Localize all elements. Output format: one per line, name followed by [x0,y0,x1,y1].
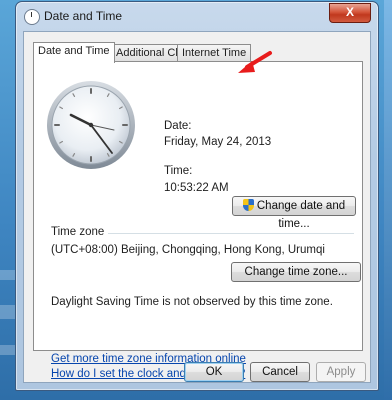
dialog-client-area: Date and Time Additional Clocks Internet… [23,31,371,383]
date-and-time-panel: Date: Friday, May 24, 2013 Time: 10:53:2… [33,61,363,380]
window-title: Date and Time [44,9,123,23]
clock-app-icon [24,9,40,25]
time-zone-divider [108,233,354,234]
date-label: Date: [164,120,192,132]
close-button[interactable]: X [329,3,371,23]
desktop-decoration [384,0,392,400]
dst-note: Daylight Saving Time is not observed by … [51,296,333,308]
date-value: Friday, May 24, 2013 [164,136,272,148]
time-zone-value: (UTC+08:00) Beijing, Chongqing, Hong Kon… [51,244,325,256]
date-time-dialog: Date and Time X Date and Time Additional… [15,1,379,391]
time-label: Time: [164,165,193,177]
apply-button[interactable]: Apply [316,362,366,382]
change-date-time-button[interactable]: Change date and time... [232,196,356,230]
title-bar[interactable]: Date and Time X [16,2,378,30]
analog-clock [47,81,135,169]
time-zone-heading: Time zone [51,226,105,238]
change-time-zone-button[interactable]: Change time zone... [231,262,361,282]
red-arrow-annotation [238,51,272,73]
uac-shield-icon [242,199,254,211]
tab-date-and-time[interactable]: Date and Time [33,42,115,63]
change-date-time-label: Change date and time... [256,200,346,230]
time-value: 10:53:22 AM [164,182,229,194]
ok-button[interactable]: OK [184,362,244,382]
cancel-button[interactable]: Cancel [250,362,310,382]
